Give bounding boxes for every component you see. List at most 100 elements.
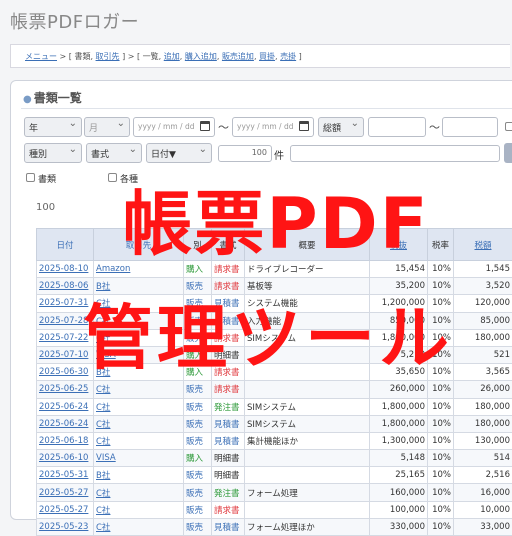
date-cell[interactable]: 2025-06-25 xyxy=(37,381,94,398)
table-row[interactable]: 2025-07-22C社販売請求書SIMシステム1,800,00010%180,… xyxy=(37,329,512,346)
client-cell[interactable]: C社 xyxy=(94,312,184,329)
table-row[interactable]: 2025-08-06B社販売請求書基板等35,20010%3,520 xyxy=(37,278,512,295)
date-cell[interactable]: 2025-05-27 xyxy=(37,501,94,518)
date-cell-link[interactable]: 2025-07-10 xyxy=(39,350,88,360)
date-cell[interactable]: 2025-06-18 xyxy=(37,432,94,449)
client-cell-link[interactable]: B社 xyxy=(96,282,110,292)
client-cell-link[interactable]: C社 xyxy=(96,420,110,430)
date-cell[interactable]: 2025-07-22 xyxy=(37,329,94,346)
table-row[interactable]: 2025-06-24C社販売見積書SIMシステム1,800,00010%180,… xyxy=(37,415,512,432)
client-cell[interactable]: C社 xyxy=(94,381,184,398)
amount-type-select[interactable]: 総額 xyxy=(318,117,364,137)
client-cell[interactable]: C社 xyxy=(94,295,184,312)
date-cell-link[interactable]: 2025-06-24 xyxy=(39,419,88,429)
client-cell-link[interactable]: C社 xyxy=(96,506,110,516)
client-cell[interactable]: C社 xyxy=(94,329,184,346)
amount-min-input[interactable] xyxy=(368,117,426,137)
format-select[interactable]: 書式 xyxy=(86,143,142,163)
client-cell-link[interactable]: Amazon xyxy=(96,264,130,274)
table-row[interactable]: 2025-05-27C社販売請求書100,00010%10,000 xyxy=(37,501,512,518)
table-row[interactable]: 2025-07-10VISA購入明細書5,21010%521 xyxy=(37,346,512,363)
date-cell[interactable]: 2025-06-10 xyxy=(37,450,94,467)
date-cell-link[interactable]: 2025-08-10 xyxy=(39,264,88,274)
amount-max-input[interactable] xyxy=(442,117,498,137)
breadcrumb-client-link[interactable]: 取引先 xyxy=(96,52,120,61)
client-cell-link[interactable]: B社 xyxy=(96,471,110,481)
date-cell-link[interactable]: 2025-05-23 xyxy=(39,522,88,532)
client-cell[interactable]: C社 xyxy=(94,501,184,518)
client-cell[interactable]: VISA xyxy=(94,346,184,363)
kind-select[interactable]: 種別 xyxy=(24,143,82,163)
breadcrumb-add-link[interactable]: 追加 xyxy=(164,52,180,61)
year-select[interactable]: 年 xyxy=(24,117,82,137)
date-cell[interactable]: 2025-08-06 xyxy=(37,278,94,295)
column-header[interactable]: 税額 xyxy=(454,229,512,261)
table-row[interactable]: 2025-06-18C社販売見積書集計機能ほか1,300,00010%130,0… xyxy=(37,432,512,449)
date-from-input[interactable]: yyyy / mm / dd xyxy=(133,117,215,137)
table-row[interactable]: 2025-06-24C社販売発注書SIMシステム1,800,00010%180,… xyxy=(37,398,512,415)
client-cell[interactable]: C社 xyxy=(94,518,184,535)
date-cell-link[interactable]: 2025-05-31 xyxy=(39,470,88,480)
date-cell[interactable]: 2025-06-24 xyxy=(37,398,94,415)
date-cell-link[interactable]: 2025-07-28 xyxy=(39,316,88,326)
client-cell[interactable]: C社 xyxy=(94,432,184,449)
date-cell-link[interactable]: 2025-07-22 xyxy=(39,333,88,343)
client-cell-link[interactable]: C社 xyxy=(96,523,110,533)
option-checkbox[interactable] xyxy=(108,173,117,182)
client-cell[interactable]: C社 xyxy=(94,398,184,415)
date-cell-link[interactable]: 2025-05-27 xyxy=(39,488,88,498)
table-row[interactable]: 2025-07-31C社販売見積書システム機能1,200,00010%120,0… xyxy=(37,295,512,312)
client-cell[interactable]: B社 xyxy=(94,278,184,295)
table-row[interactable]: 2025-08-10Amazon購入請求書ドライブレコーダー15,45410%1… xyxy=(37,261,512,278)
client-cell[interactable]: B社 xyxy=(94,364,184,381)
date-cell-link[interactable]: 2025-08-06 xyxy=(39,281,88,291)
calendar-icon[interactable] xyxy=(299,121,309,131)
breadcrumb-sales-add-link[interactable]: 販売追加 xyxy=(222,52,254,61)
date-cell-link[interactable]: 2025-06-10 xyxy=(39,453,88,463)
date-cell-link[interactable]: 2025-06-25 xyxy=(39,384,88,394)
column-header[interactable]: 税抜 xyxy=(370,229,428,261)
client-cell-link[interactable]: C社 xyxy=(96,334,110,344)
option-checkbox[interactable] xyxy=(505,122,512,131)
date-sort-select[interactable]: 日付▼ xyxy=(146,143,212,163)
client-cell-link[interactable]: C社 xyxy=(96,489,110,499)
table-row[interactable]: 2025-05-23C社販売見積書フォーム処理ほか330,00010%33,00… xyxy=(37,518,512,535)
client-cell[interactable]: B社 xyxy=(94,467,184,484)
calendar-icon[interactable] xyxy=(200,121,210,131)
breadcrumb-menu-link[interactable]: メニュー xyxy=(25,52,57,61)
table-row[interactable]: 2025-05-31B社販売明細書25,16510%2,516 xyxy=(37,467,512,484)
search-button[interactable] xyxy=(504,143,512,163)
date-cell[interactable]: 2025-06-30 xyxy=(37,364,94,381)
client-cell-link[interactable]: B社 xyxy=(96,368,110,378)
client-cell-link[interactable]: C社 xyxy=(96,403,110,413)
table-row[interactable]: 2025-06-30B社購入請求書35,65010%3,565 xyxy=(37,364,512,381)
date-cell[interactable]: 2025-05-31 xyxy=(37,467,94,484)
month-select[interactable]: 月 xyxy=(84,117,130,137)
date-cell-link[interactable]: 2025-06-24 xyxy=(39,402,88,412)
client-cell[interactable]: C社 xyxy=(94,484,184,501)
client-cell[interactable]: Amazon xyxy=(94,261,184,278)
client-cell[interactable]: C社 xyxy=(94,415,184,432)
client-cell-link[interactable]: C社 xyxy=(96,317,110,327)
column-header[interactable]: 取引先 xyxy=(94,229,184,261)
client-cell[interactable]: VISA xyxy=(94,450,184,467)
date-cell-link[interactable]: 2025-07-31 xyxy=(39,298,88,308)
table-row[interactable]: 2025-06-10VISA購入明細書5,14810%514 xyxy=(37,450,512,467)
date-cell-link[interactable]: 2025-05-27 xyxy=(39,505,88,515)
date-cell[interactable]: 2025-05-23 xyxy=(37,518,94,535)
column-header[interactable]: 日付 xyxy=(37,229,94,261)
date-cell[interactable]: 2025-07-28 xyxy=(37,312,94,329)
client-cell-link[interactable]: VISA xyxy=(96,453,116,463)
date-cell[interactable]: 2025-08-10 xyxy=(37,261,94,278)
date-to-input[interactable]: yyyy / mm / dd xyxy=(232,117,314,137)
client-cell-link[interactable]: C社 xyxy=(96,385,110,395)
limit-input[interactable]: 100 xyxy=(218,145,272,162)
client-cell-link[interactable]: C社 xyxy=(96,437,110,447)
client-cell-link[interactable]: VISA xyxy=(96,350,116,360)
date-cell-link[interactable]: 2025-06-18 xyxy=(39,436,88,446)
table-row[interactable]: 2025-07-28C社販売見積書入力機能850,00010%85,000 xyxy=(37,312,512,329)
date-cell[interactable]: 2025-07-10 xyxy=(37,346,94,363)
date-cell[interactable]: 2025-05-27 xyxy=(37,484,94,501)
option-checkbox[interactable] xyxy=(26,173,35,182)
breadcrumb-purchase-add-link[interactable]: 購入追加 xyxy=(185,52,217,61)
